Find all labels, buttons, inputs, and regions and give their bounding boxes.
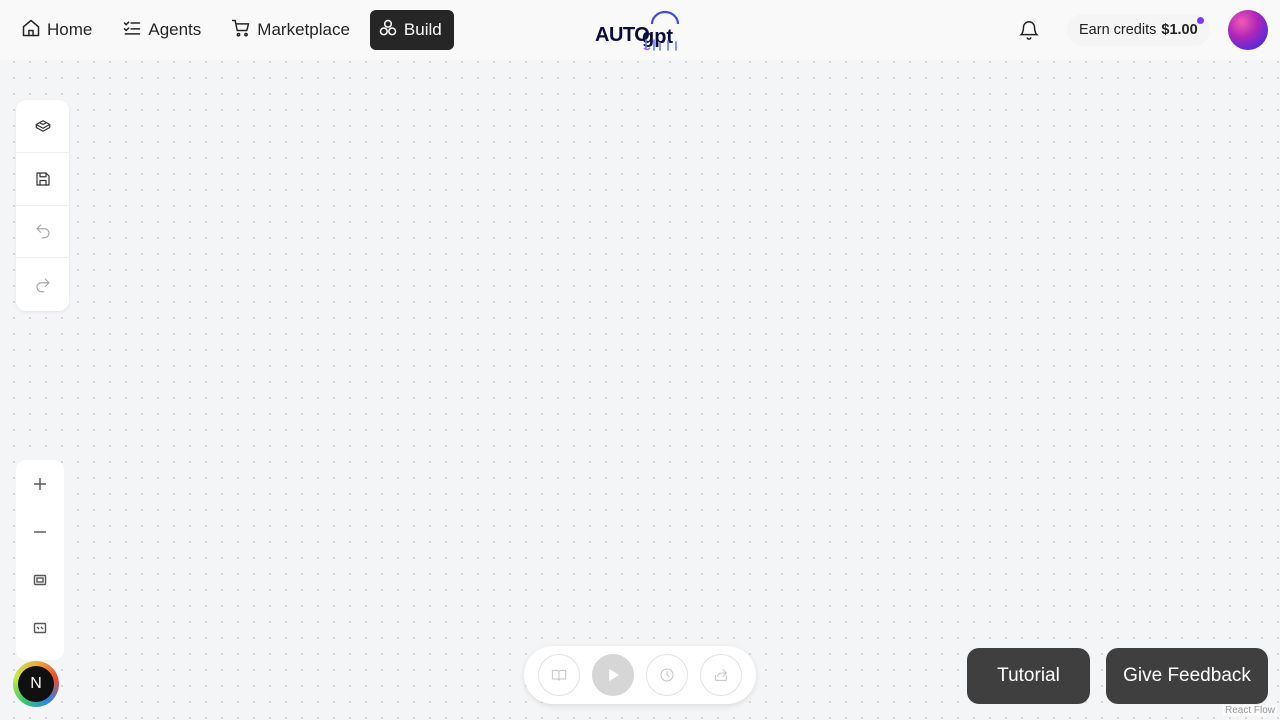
nav-marketplace-label: Marketplace: [257, 20, 350, 39]
lock-button[interactable]: [16, 604, 64, 652]
tutorial-button[interactable]: Tutorial: [967, 648, 1090, 704]
zoom-in-button[interactable]: [16, 460, 64, 508]
list-checks-icon: [122, 18, 142, 43]
blocks-icon: [378, 18, 398, 43]
book-icon: [551, 669, 567, 681]
nav-build[interactable]: Build: [369, 10, 454, 50]
blocks-button[interactable]: [16, 100, 69, 153]
fit-view-button[interactable]: [16, 556, 64, 604]
zoom-out-icon: [34, 531, 46, 533]
run-control-bar: [524, 646, 756, 704]
share-icon: [715, 669, 727, 681]
cart-icon: [231, 18, 251, 43]
credits-value: $1.00: [1161, 22, 1198, 38]
library-button[interactable]: [538, 654, 580, 696]
autogpt-logo[interactable]: AUTO gpt: [594, 10, 686, 52]
credits-indicator-dot: [1196, 17, 1204, 24]
main-nav: Home Agents Marketplace Build: [11, 10, 454, 50]
fit-view-icon: [33, 574, 47, 586]
react-flow-attribution[interactable]: React Flow: [1222, 705, 1277, 716]
redo-icon: [35, 278, 50, 292]
home-icon: [21, 18, 41, 43]
run-button[interactable]: [592, 654, 634, 696]
schedule-button[interactable]: [646, 654, 688, 696]
redo-button[interactable]: [16, 258, 69, 311]
nav-agents-label: Agents: [148, 20, 202, 39]
builder-toolbar: [16, 100, 69, 311]
give-feedback-button[interactable]: Give Feedback: [1106, 648, 1268, 704]
clock-icon: [660, 668, 674, 682]
user-initial: N: [18, 666, 54, 702]
credits-label: Earn credits: [1079, 22, 1157, 38]
nav-home[interactable]: Home: [11, 10, 102, 50]
top-navigation-bar: Home Agents Marketplace Build AUTO gpt E…: [0, 0, 1280, 60]
lock-icon: [33, 622, 47, 634]
zoom-in-icon: [34, 478, 46, 490]
save-icon: [35, 172, 50, 186]
undo-icon: [35, 224, 50, 239]
play-icon: [609, 669, 619, 681]
profile-avatar[interactable]: [1228, 10, 1268, 50]
nav-marketplace[interactable]: Marketplace: [221, 10, 360, 50]
undo-button[interactable]: [16, 206, 69, 259]
user-avatar[interactable]: N: [13, 661, 59, 707]
save-button[interactable]: [16, 153, 69, 206]
zoom-controls: [16, 460, 64, 660]
nav-agents[interactable]: Agents: [112, 10, 211, 50]
nav-home-label: Home: [47, 20, 93, 39]
bell-icon[interactable]: [1018, 19, 1042, 43]
zoom-out-button[interactable]: [16, 508, 64, 556]
logo-mark-icon: gpt: [642, 10, 680, 51]
blocks-menu-icon: [35, 120, 50, 132]
share-button[interactable]: [700, 654, 742, 696]
earn-credits-button[interactable]: Earn credits $1.00: [1067, 14, 1210, 46]
nav-build-label: Build: [403, 20, 442, 39]
